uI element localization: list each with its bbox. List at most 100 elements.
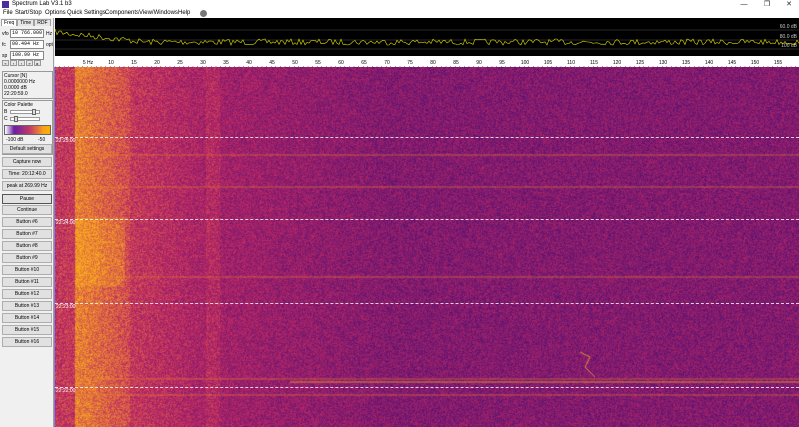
freq-tick-label: 95 [499, 60, 505, 66]
fc-field: fc 00.494 Hz opt [2, 40, 53, 49]
time-marker-label: 22:25:00 [56, 138, 76, 144]
panel-button-2[interactable]: Capture now [2, 157, 52, 167]
freq-tick-label: 15 [131, 60, 137, 66]
menu-components[interactable]: Components [105, 9, 139, 18]
app-icon [2, 1, 9, 8]
panel-button-4[interactable]: peak at 269.99 Hz [2, 181, 52, 191]
menu-help[interactable]: Help [178, 9, 190, 18]
freq-tick-label: 70 [384, 60, 390, 66]
maximize-button[interactable]: ❐ [757, 0, 777, 9]
tab-time[interactable]: Time [17, 19, 35, 26]
freq-tick-label: 125 [636, 60, 645, 66]
control-panel: Freq Time RDF vfo 10 766.000 Hz fc 00.494 … [0, 18, 54, 427]
palette-scale: -100 dB -50 [4, 137, 51, 143]
freq-tick-label: 85 [453, 60, 459, 66]
frequency-axis[interactable]: 5 Hz 10 15 20 25 30 35 40 45 50 55 60 65 70 75 80 85 90 95… [54, 56, 799, 69]
panel-button-5[interactable]: Pause [2, 194, 52, 204]
freq-tick-label: 60 [338, 60, 344, 66]
palette-min-label: -100 dB [6, 137, 24, 143]
freq-tick-label: 135 [682, 60, 691, 66]
panel-button-12[interactable]: Button #11 [2, 277, 52, 287]
freq-tick-label: 20 [154, 60, 160, 66]
vfo-field: vfo 10 766.000 Hz [2, 29, 53, 38]
spectrum-db-label: 60.0 dB [780, 24, 798, 30]
time-marker-label: 22:24:00 [56, 220, 76, 226]
panel-button-10[interactable]: Button #9 [2, 253, 52, 263]
menu-file[interactable]: File [3, 9, 13, 18]
cursor-info: Cursor [N] 0.0000000 Hz 0.0000 dB 22:20:… [2, 71, 53, 99]
time-marker-line [55, 387, 799, 388]
time-marker-line [55, 303, 799, 304]
tab-freq[interactable]: Freq [1, 19, 18, 26]
panel-button-14[interactable]: Button #13 [2, 301, 52, 311]
panel-button-6[interactable]: Continue [2, 205, 52, 215]
brightness-label: B [4, 109, 8, 115]
panel-button-9[interactable]: Button #8 [2, 241, 52, 251]
freq-tick-label: 40 [246, 60, 252, 66]
status-indicator-icon[interactable] [200, 10, 207, 17]
spectrum-trace [54, 28, 799, 46]
freq-tick-label: 90 [476, 60, 482, 66]
menu-options[interactable]: Options [45, 9, 66, 18]
waterfall-display[interactable]: 22:25:00 22:24:00 22:23:00 22:22:00 [55, 67, 799, 427]
time-marker-label: 22:23:00 [56, 304, 76, 310]
panel-button-11[interactable]: Button #10 [2, 265, 52, 275]
panel-button-3[interactable]: Time: 20:12:40.0 [2, 169, 52, 179]
panel-button-16[interactable]: Button #15 [2, 325, 52, 335]
freq-tick-label: 150 [751, 60, 760, 66]
palette-max-label: -50 [38, 137, 46, 143]
contrast-thumb[interactable] [14, 116, 18, 122]
contrast-slider[interactable]: C [4, 116, 51, 122]
freq-tick-label: 75 [407, 60, 413, 66]
scroll-right-fast-icon[interactable]: » [26, 60, 33, 66]
brightness-slider[interactable]: B [4, 109, 51, 115]
freq-tick-label: 65 [361, 60, 367, 66]
sp-input[interactable]: 100.99 Hz [10, 51, 44, 60]
menu-quick-settings[interactable]: Quick Settings [67, 9, 106, 18]
fc-input[interactable]: 00.494 Hz [10, 40, 44, 49]
panel-button-8[interactable]: Button #7 [2, 229, 52, 239]
freq-tick-label: 45 [269, 60, 275, 66]
vfo-unit: Hz [46, 31, 53, 37]
sp-label: sp [2, 53, 8, 59]
menu-view-windows[interactable]: View/Windows [139, 9, 178, 18]
tab-rdf[interactable]: RDF [34, 19, 51, 26]
close-button[interactable]: ✕ [779, 0, 799, 9]
title-bar: Spectrum Lab V3.1 b3 — ❐ ✕ [0, 0, 799, 9]
menu-bar: File Start/Stop Options Quick Settings C… [0, 9, 799, 18]
time-marker-line [55, 219, 799, 220]
time-marker-line [55, 137, 799, 138]
spectrum-db-label: 80.0 dB [780, 34, 798, 40]
vfo-label: vfo [2, 31, 9, 37]
palette-title: Color Palette [4, 102, 33, 108]
brightness-thumb[interactable] [32, 109, 36, 115]
freq-tick-label: 55 [315, 60, 321, 66]
cursor-time: 22:20:59.0 [4, 91, 28, 97]
freq-tick-label: 145 [728, 60, 737, 66]
scroll-arrows: «‹ ›» ▸ [2, 60, 42, 67]
panel-button-13[interactable]: Button #12 [2, 289, 52, 299]
spectrum-plot: 60.0 dB80.0 dB100 dB [54, 24, 799, 50]
freq-tick-label: 25 [177, 60, 183, 66]
spectrum-graph[interactable]: 60.0 dB 80.0 dB 100 dB [54, 18, 799, 56]
scroll-right-icon[interactable]: › [18, 60, 25, 66]
freq-tick-label: 105 [544, 60, 553, 66]
freq-tick-label: 50 [292, 60, 298, 66]
fc-label: fc [2, 42, 6, 48]
scroll-left-icon[interactable]: ‹ [10, 60, 17, 66]
panel-button-17[interactable]: Button #16 [2, 337, 52, 347]
vfo-input[interactable]: 10 766.000 [10, 29, 44, 38]
panel-button-7[interactable]: Button #6 [2, 217, 52, 227]
panel-button-15[interactable]: Button #14 [2, 313, 52, 323]
sp-field: sp 100.99 Hz [2, 51, 53, 60]
menu-start-stop[interactable]: Start/Stop [15, 9, 42, 18]
zoom-icon[interactable]: ▸ [34, 60, 41, 66]
minimize-button[interactable]: — [734, 0, 754, 9]
panel-button-1[interactable]: Default settings [2, 144, 52, 154]
scroll-left-fast-icon[interactable]: « [2, 60, 9, 66]
freq-tick-label: 110 [567, 60, 575, 66]
freq-tick-label: 130 [659, 60, 668, 66]
freq-tick-label: 115 [590, 60, 598, 66]
freq-tick-label: 100 [521, 60, 530, 66]
freq-tick-label: 30 [200, 60, 206, 66]
